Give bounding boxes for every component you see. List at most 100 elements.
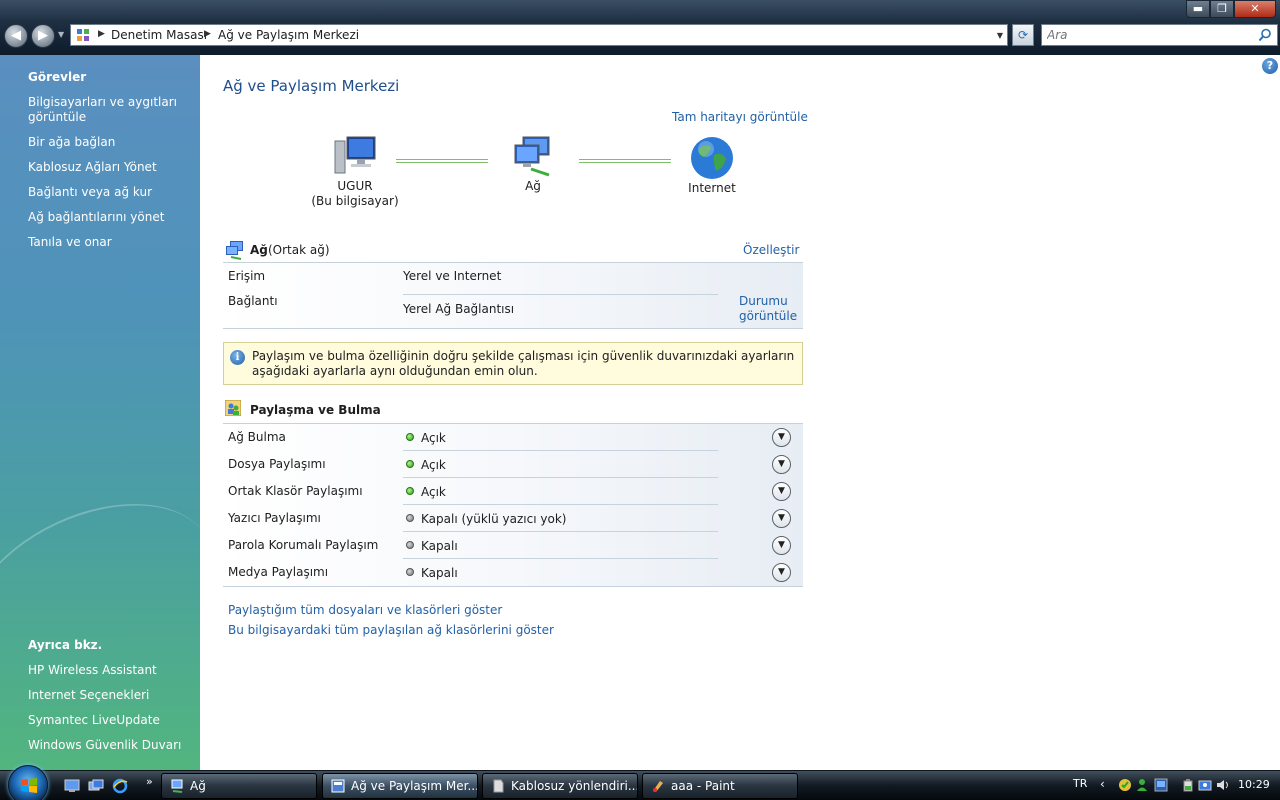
maximize-button[interactable]: ❐ <box>1210 0 1234 18</box>
document-icon <box>493 779 504 793</box>
breadcrumb-network-center[interactable]: Ağ ve Paylaşım Merkezi <box>218 28 359 42</box>
wireless-tray-icon[interactable] <box>1198 778 1212 792</box>
see-also-internet-options[interactable]: Internet Seçenekleri <box>28 688 188 703</box>
this-computer-node[interactable]: UGUR (Bu bilgisayar) <box>305 135 405 209</box>
internet-explorer-icon[interactable] <box>112 778 128 794</box>
taskbar-button-label: Ağ ve Paylaşım Mer... <box>351 779 478 793</box>
task-setup-connection[interactable]: Bağlantı veya ağ kur <box>28 185 188 200</box>
status-on-icon <box>406 433 414 441</box>
minimize-button[interactable]: ▬ <box>1186 0 1210 18</box>
search-icon[interactable] <box>1258 28 1272 42</box>
task-diagnose-repair[interactable]: Tanıla ve onar <box>28 235 188 250</box>
taskbar-button-paint[interactable]: aaa - Paint <box>642 773 798 799</box>
expand-button[interactable]: ▼ <box>772 509 791 528</box>
customize-link[interactable]: Özelleştir <box>743 243 799 257</box>
sharing-value: Kapalı (yüklü yazıcı yok) <box>421 512 567 526</box>
info-message-box: i Paylaşım ve bulma özelliğinin doğru şe… <box>223 342 803 385</box>
help-icon[interactable]: ? <box>1262 58 1278 74</box>
close-button[interactable]: ✕ <box>1234 0 1276 18</box>
network-small-icon <box>226 241 243 260</box>
network-node[interactable]: Ağ <box>503 135 563 194</box>
sharing-row-printer: Yazıcı Paylaşımı Kapalı (yüklü yazıcı yo… <box>223 505 803 532</box>
address-dropdown-icon[interactable]: ▼ <box>997 31 1003 40</box>
network-icon <box>514 136 550 177</box>
windows-logo-icon <box>21 778 37 793</box>
expand-button[interactable]: ▼ <box>772 536 791 555</box>
show-shared-folders-link[interactable]: Bu bilgisayardaki tüm paylaşılan ağ klas… <box>228 623 554 637</box>
view-full-map-link[interactable]: Tam haritayı görüntüle <box>672 110 808 124</box>
task-manage-connections[interactable]: Ağ bağlantılarını yönet <box>28 210 188 225</box>
search-input[interactable] <box>1047 26 1247 44</box>
sharing-panel: Ağ Bulma Açık ▼ Dosya Paylaşımı Açık ▼ O… <box>223 423 803 587</box>
taskbar-button-label: aaa - Paint <box>671 779 735 793</box>
breadcrumb-control-panel[interactable]: Denetim Masası <box>111 28 207 42</box>
sharing-label: Dosya Paylaşımı <box>228 457 326 471</box>
title-bar: ▬ ❐ ✕ ◀ ▶ ▼ ▶ Denetim Masası ▶ Ağ ve Pay… <box>0 0 1280 55</box>
task-manage-wireless[interactable]: Kablosuz Ağları Yönet <box>28 160 188 175</box>
sharing-value: Açık <box>421 485 446 499</box>
status-on-icon <box>406 487 414 495</box>
status-off-icon <box>406 568 414 576</box>
task-view-computers[interactable]: Bilgisayarları ve aygıtları görüntüle <box>28 95 188 125</box>
connection-value: Yerel Ağ Bağlantısı <box>403 302 515 316</box>
breadcrumb-arrow[interactable]: ▶ <box>204 29 211 39</box>
network-tray-icon[interactable] <box>1154 778 1168 792</box>
refresh-button[interactable]: ⟳ <box>1012 24 1034 46</box>
expand-button[interactable]: ▼ <box>772 428 791 447</box>
sharing-value: Açık <box>421 458 446 472</box>
network-name-label: Ağ <box>250 243 268 257</box>
switch-windows-icon[interactable] <box>88 778 104 794</box>
status-on-icon <box>406 460 414 468</box>
status-off-icon <box>406 514 414 522</box>
show-desktop-icon[interactable] <box>64 778 80 794</box>
messenger-tray-icon[interactable] <box>1135 778 1149 792</box>
page-title: Ağ ve Paylaşım Merkezi <box>223 77 400 95</box>
sharing-label: Parola Korumalı Paylaşım <box>228 538 379 552</box>
sharing-row-password: Parola Korumalı Paylaşım Kapalı ▼ <box>223 532 803 559</box>
search-box[interactable] <box>1041 24 1278 46</box>
language-indicator[interactable]: TR <box>1073 777 1087 790</box>
view-status-link[interactable]: Durumu görüntüle <box>739 294 799 324</box>
network-type-label: (Ortak ağ) <box>268 243 330 257</box>
recent-pages-button[interactable]: ▼ <box>58 30 64 39</box>
breadcrumb-arrow[interactable]: ▶ <box>98 29 105 39</box>
internet-node[interactable]: Internet <box>682 135 742 196</box>
see-also-hp-wireless[interactable]: HP Wireless Assistant <box>28 663 188 678</box>
clock[interactable]: 10:29 <box>1238 778 1270 791</box>
see-also-firewall[interactable]: Windows Güvenlik Duvarı <box>28 738 188 753</box>
status-off-icon <box>406 541 414 549</box>
taskbar-button-network-center[interactable]: Ağ ve Paylaşım Mer... <box>322 773 478 799</box>
expand-button[interactable]: ▼ <box>772 563 791 582</box>
expand-button[interactable]: ▼ <box>772 455 791 474</box>
volume-tray-icon[interactable] <box>1216 778 1230 792</box>
computer-sub: (Bu bilgisayar) <box>311 194 399 208</box>
show-hidden-icons[interactable]: ‹ <box>1100 777 1105 791</box>
start-button[interactable] <box>8 765 48 800</box>
sharing-value: Kapalı <box>421 566 458 580</box>
network-icon <box>171 779 183 793</box>
see-also-liveupdate[interactable]: Symantec LiveUpdate <box>28 713 188 728</box>
sharing-label: Ortak Klasör Paylaşımı <box>228 484 363 498</box>
computer-icon <box>334 136 376 174</box>
task-connect-network[interactable]: Bir ağa bağlan <box>28 135 188 150</box>
taskbar-button-label: Kablosuz yönlendiri... <box>511 779 638 793</box>
control-panel-icon <box>77 29 89 41</box>
network-center-icon <box>331 779 345 793</box>
taskbar-button-wireless-router[interactable]: Kablosuz yönlendiri... <box>482 773 638 799</box>
access-label: Erişim <box>228 269 266 283</box>
computer-name: UGUR <box>337 179 373 193</box>
show-my-shared-files-link[interactable]: Paylaştığım tüm dosyaları ve klasörleri … <box>228 603 502 617</box>
expand-button[interactable]: ▼ <box>772 482 791 501</box>
sharing-label: Medya Paylaşımı <box>228 565 329 579</box>
connector-line <box>396 159 488 163</box>
security-tray-icon[interactable] <box>1118 778 1132 792</box>
back-button[interactable]: ◀ <box>4 24 28 48</box>
address-bar[interactable]: ▶ Denetim Masası ▶ Ağ ve Paylaşım Merkez… <box>70 24 1008 46</box>
forward-button[interactable]: ▶ <box>31 24 55 48</box>
info-icon: i <box>230 350 245 365</box>
taskbar-button-network[interactable]: Ağ <box>161 773 317 799</box>
sharing-label: Yazıcı Paylaşımı <box>228 511 321 525</box>
power-tray-icon[interactable] <box>1181 778 1195 792</box>
globe-icon <box>691 137 733 179</box>
quick-launch-more-icon[interactable]: » <box>146 775 153 788</box>
